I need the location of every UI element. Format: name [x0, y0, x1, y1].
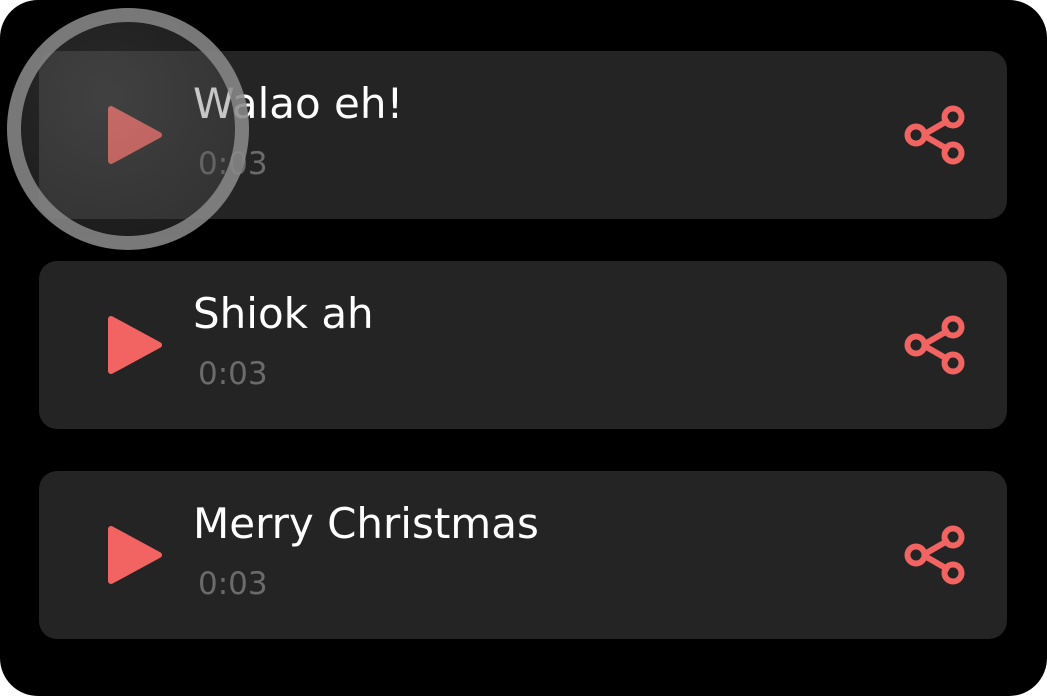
- play-button[interactable]: [99, 99, 171, 171]
- play-icon: [108, 316, 162, 374]
- sound-item[interactable]: Shiok ah 0:03: [39, 261, 1007, 429]
- share-icon: [904, 315, 965, 375]
- share-icon: [904, 105, 965, 165]
- play-icon: [108, 526, 162, 584]
- share-button[interactable]: [901, 101, 969, 169]
- sound-item[interactable]: Merry Christmas 0:03: [39, 471, 1007, 639]
- sound-duration: 0:03: [198, 356, 268, 392]
- sound-duration: 0:03: [198, 566, 268, 602]
- sound-title: Shiok ah: [193, 289, 374, 338]
- share-button[interactable]: [901, 521, 969, 589]
- share-icon: [904, 525, 965, 585]
- sound-title: Merry Christmas: [193, 499, 539, 548]
- play-icon: [108, 106, 162, 164]
- play-button[interactable]: [99, 519, 171, 591]
- sound-list: Walao eh! 0:03 Shiok ah 0:03 Merry Chris…: [39, 51, 1007, 681]
- sound-title: Walao eh!: [193, 79, 404, 128]
- app-screen: Walao eh! 0:03 Shiok ah 0:03 Merry Chris…: [0, 0, 1047, 696]
- sound-duration: 0:03: [198, 146, 268, 182]
- play-button[interactable]: [99, 309, 171, 381]
- share-button[interactable]: [901, 311, 969, 379]
- sound-item[interactable]: Walao eh! 0:03: [39, 51, 1007, 219]
